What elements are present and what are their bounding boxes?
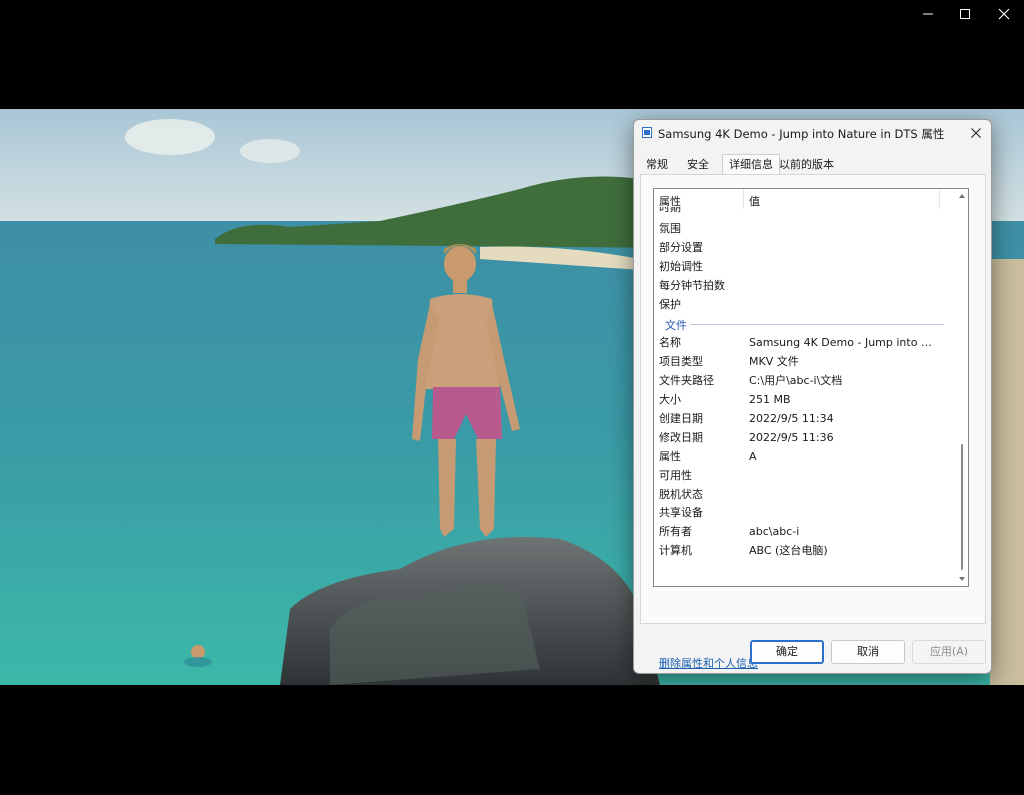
minimize-icon [923,13,933,15]
property-value: MKV 文件 [749,355,799,369]
apply-button[interactable]: 应用(A) [912,640,986,664]
tab-details[interactable]: 详细信息 [722,154,780,175]
table-row[interactable]: 项目类型 MKV 文件 [654,353,954,372]
property-name: 脱机状态 [659,487,703,501]
remove-properties-link[interactable]: 删除属性和个人信息 [659,655,758,671]
group-header-file[interactable]: 文件 [654,314,954,334]
tab-previous-versions[interactable]: 以前的版本 [773,156,840,173]
table-row[interactable]: 共享设备 [654,504,954,523]
property-name: 所有者 [659,525,692,539]
properties-dialog: Samsung 4K Demo - Jump into Nature in DT… [633,119,992,674]
property-name: 初始调性 [659,259,703,273]
header-divider [939,189,940,209]
property-name: 属性 [659,449,681,463]
scrollbar-thumb[interactable] [961,444,963,570]
property-name: 时期 [659,207,681,214]
property-value: abc\abc-i [749,525,800,539]
table-row[interactable]: 脱机状态 [654,486,954,505]
property-name: 项目类型 [659,355,703,369]
scroll-down-arrow-icon[interactable] [958,575,966,583]
table-row[interactable]: 时期 [654,207,954,220]
property-name: 文件夹路径 [659,374,714,388]
property-name: 可用性 [659,468,692,482]
property-name: 名称 [659,336,681,350]
minimize-button[interactable] [908,0,948,28]
dialog-close-button[interactable] [965,123,987,143]
table-row[interactable]: 可用性 [654,467,954,486]
table-row[interactable]: 修改日期 2022/9/5 11:36 [654,429,954,448]
property-value: C:\用户\abc-i\文档 [749,374,843,388]
table-row[interactable]: 名称 Samsung 4K Demo - Jump into Nat... [654,334,954,353]
property-value: 2022/9/5 11:34 [749,412,834,426]
table-row[interactable]: 初始调性 [654,258,954,277]
property-name: 保护 [659,297,681,311]
vertical-scrollbar[interactable] [956,189,967,586]
table-row[interactable]: 保护 [654,296,954,315]
close-icon [998,8,1010,20]
table-row[interactable]: 部分设置 [654,239,954,258]
property-value: 2022/9/5 11:36 [749,430,834,444]
property-rows: 时期 氛围 部分设置 初始调性 每分钟节拍数 保护 文件 名称 Samsung 4… [654,207,954,561]
property-list[interactable]: 属性 值 时期 氛围 部分设置 初始调性 每分钟节拍数 保护 文件 名称 Sams… [653,188,969,587]
property-name: 大小 [659,393,681,407]
ok-button[interactable]: 确定 [750,640,824,664]
list-header: 属性 值 [654,189,942,209]
table-row[interactable]: 文件夹路径 C:\用户\abc-i\文档 [654,372,954,391]
property-name: 每分钟节拍数 [659,278,725,292]
property-value: 251 MB [749,393,791,407]
property-value: ABC (这台电脑) [749,544,828,558]
table-row[interactable]: 属性 A [654,448,954,467]
property-name: 共享设备 [659,506,703,520]
header-divider[interactable] [743,189,744,209]
property-value: Samsung 4K Demo - Jump into Nat... [749,336,939,350]
maximize-button[interactable] [945,0,985,28]
close-window-button[interactable] [984,0,1024,28]
cancel-button[interactable]: 取消 [831,640,905,664]
tab-general[interactable]: 常规 [640,156,674,173]
dialog-title: Samsung 4K Demo - Jump into Nature in DT… [658,127,945,141]
details-panel: 属性 值 时期 氛围 部分设置 初始调性 每分钟节拍数 保护 文件 名称 Sams… [640,174,986,670]
table-row[interactable]: 氛围 [654,220,954,239]
table-row[interactable]: 大小 251 MB [654,391,954,410]
scroll-up-arrow-icon[interactable] [958,192,966,200]
group-divider [690,324,944,326]
maximize-icon [960,9,970,19]
table-row[interactable]: 创建日期 2022/9/5 11:34 [654,410,954,429]
group-label: 文件 [665,319,687,333]
property-name: 部分设置 [659,240,703,254]
property-name: 创建日期 [659,412,703,426]
property-name: 修改日期 [659,430,703,444]
close-icon [971,128,981,138]
video-file-icon [642,127,652,138]
dialog-titlebar[interactable]: Samsung 4K Demo - Jump into Nature in DT… [634,120,991,146]
property-name: 氛围 [659,222,681,235]
table-row[interactable]: 所有者 abc\abc-i [654,523,954,542]
table-row[interactable]: 每分钟节拍数 [654,277,954,296]
tab-security[interactable]: 安全 [681,156,715,173]
table-row[interactable]: 计算机 ABC (这台电脑) [654,542,954,561]
property-name: 计算机 [659,544,692,558]
property-value: A [749,449,757,463]
